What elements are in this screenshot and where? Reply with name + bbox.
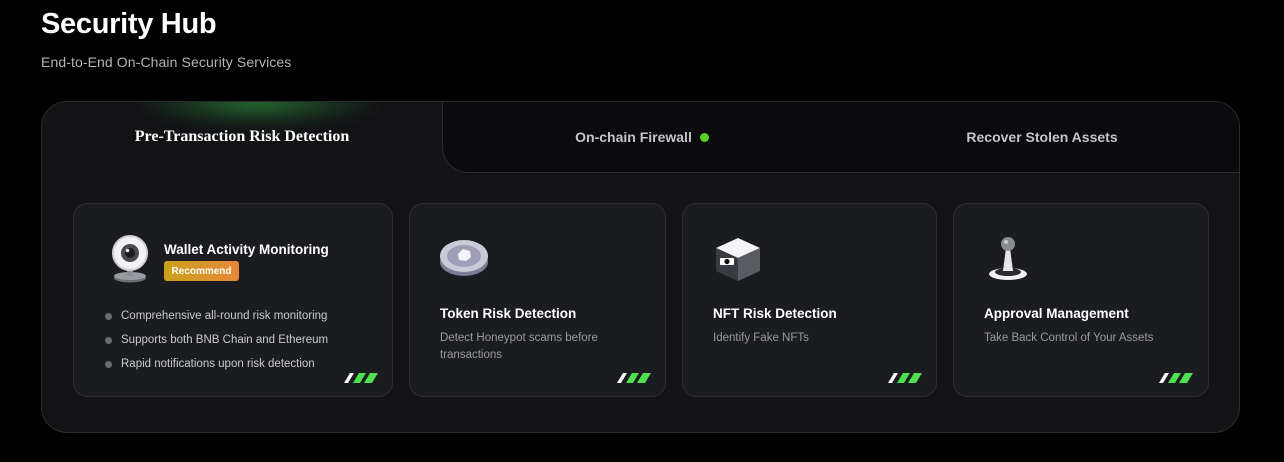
card-title: Token Risk Detection: [440, 306, 577, 321]
card-title: Wallet Activity Monitoring: [164, 242, 329, 257]
tab-recover-stolen-assets[interactable]: Recover Stolen Assets: [842, 102, 1239, 172]
tab-label: Pre-Transaction Risk Detection: [134, 128, 350, 145]
stripes-icon: [617, 373, 651, 383]
card-wallet-activity-monitoring[interactable]: Wallet Activity Monitoring Recommend Com…: [73, 203, 393, 397]
card-token-risk-detection[interactable]: Token Risk Detection Detect Honeypot sca…: [409, 203, 666, 397]
tab-pre-transaction-risk-detection[interactable]: Pre-Transaction Risk Detection: [42, 102, 442, 172]
bullet-icon: [105, 336, 112, 344]
list-item: Rapid notifications upon risk detection: [105, 352, 328, 376]
stripes-icon: [344, 373, 378, 383]
token-coin-icon: [440, 240, 488, 276]
nft-box-icon: [716, 238, 760, 281]
stripes-icon: [1159, 373, 1193, 383]
bullet-icon: [105, 360, 112, 368]
list-item: Comprehensive all-round risk monitoring: [105, 304, 328, 328]
card-description: Detect Honeypot scams before transaction…: [440, 332, 598, 361]
card-description: Take Back Control of Your Assets: [984, 332, 1154, 344]
stripes-icon: [888, 373, 922, 383]
card-nft-risk-detection[interactable]: NFT Risk Detection Identify Fake NFTs: [682, 203, 937, 397]
joystick-icon: [989, 237, 1027, 280]
tab-label: On-chain Firewall: [575, 129, 692, 145]
status-dot-icon: [699, 132, 709, 142]
page-title: Security Hub: [41, 8, 217, 40]
card-title: NFT Risk Detection: [713, 306, 837, 321]
security-services-panel: Pre-Transaction Risk Detection On-chain …: [41, 101, 1240, 433]
card-title: Approval Management: [984, 306, 1129, 321]
tab-label: Recover Stolen Assets: [966, 129, 1118, 145]
page-subtitle: End-to-End On-Chain Security Services: [41, 54, 292, 70]
feature-list: Comprehensive all-round risk monitoring …: [105, 304, 328, 376]
bullet-icon: [105, 312, 112, 320]
card-description: Identify Fake NFTs: [713, 332, 809, 344]
tab-on-chain-firewall[interactable]: On-chain Firewall: [442, 102, 842, 172]
list-item: Supports both BNB Chain and Ethereum: [105, 328, 328, 352]
card-approval-management[interactable]: Approval Management Take Back Control of…: [953, 203, 1209, 397]
webcam-icon: [112, 235, 148, 283]
recommend-badge: Recommend: [164, 261, 239, 281]
